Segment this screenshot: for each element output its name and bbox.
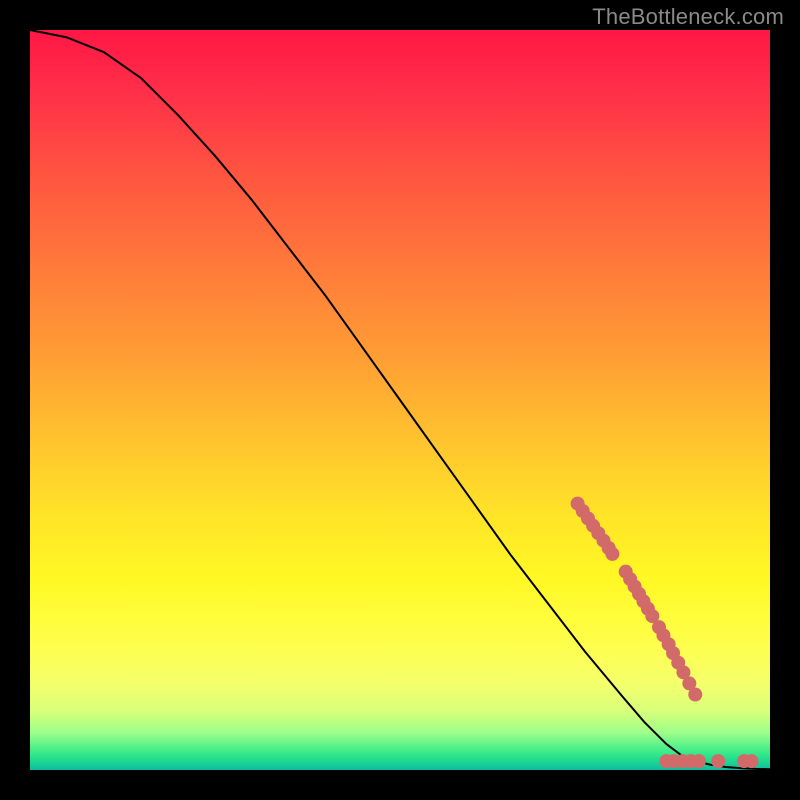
highlight-point	[688, 688, 702, 702]
watermark-label: TheBottleneck.com	[592, 4, 784, 30]
highlight-point	[711, 754, 725, 768]
highlight-point	[745, 754, 759, 768]
chart-svg	[30, 30, 770, 770]
chart-frame: TheBottleneck.com	[0, 0, 800, 800]
highlight-point	[605, 547, 619, 561]
main-curve	[30, 30, 770, 769]
highlight-point	[692, 754, 706, 768]
